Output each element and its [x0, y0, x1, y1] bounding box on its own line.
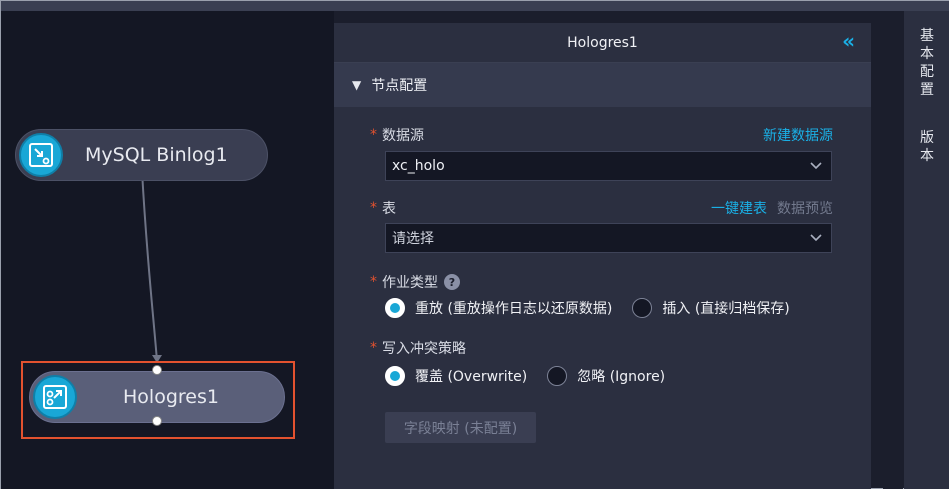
radio-replay[interactable]	[385, 298, 405, 318]
table-field: * 表 一键建表 数据预览	[370, 198, 871, 218]
output-port[interactable]	[152, 416, 162, 426]
chevron-down-icon	[810, 162, 822, 170]
node-mysql-binlog[interactable]: MySQL Binlog1	[15, 129, 268, 181]
node-label: MySQL Binlog1	[85, 144, 228, 166]
required-mark: *	[370, 127, 377, 143]
radio-ignore[interactable]	[547, 366, 568, 386]
hologres-icon	[33, 375, 77, 419]
mysql-binlog-icon	[19, 133, 63, 177]
job-type-label: 作业类型	[382, 275, 438, 291]
radio-overwrite-label[interactable]: 覆盖 (Overwrite)	[415, 366, 527, 386]
required-mark: *	[370, 274, 377, 290]
radio-insert-label[interactable]: 插入 (直接归档保存)	[662, 298, 789, 318]
top-bar	[1, 1, 949, 11]
tab-char: 版	[920, 130, 934, 146]
tab-char: 置	[920, 82, 934, 98]
new-datasource-link[interactable]: 新建数据源	[763, 125, 833, 145]
table-label: 表	[382, 201, 396, 217]
tab-char: 配	[920, 64, 934, 80]
datasource-field: * 数据源 新建数据源	[370, 125, 871, 145]
conflict-field: * 写入冲突策略	[370, 338, 466, 358]
tab-char: 本	[920, 148, 934, 164]
section-title: 节点配置	[371, 78, 428, 94]
one-click-create-table-link[interactable]: 一键建表	[711, 198, 767, 218]
tab-char: 本	[920, 46, 934, 62]
chevron-down-icon: ▼	[352, 78, 362, 92]
section-header-node-config[interactable]: ▼ 节点配置	[334, 63, 871, 107]
double-chevron-left-icon[interactable]: «	[842, 29, 855, 53]
required-mark: *	[370, 200, 377, 216]
radio-overwrite[interactable]	[385, 366, 405, 386]
right-sidebar: 基 本 配 置 版 本	[904, 11, 949, 489]
config-panel: Hologres1 « ▼ 节点配置 * 数据源 新建数据源 xc_holo *…	[334, 23, 871, 489]
conflict-label: 写入冲突策略	[382, 341, 466, 357]
datasource-value: xc_holo	[392, 158, 445, 174]
tab-char: 基	[920, 28, 934, 44]
radio-replay-label[interactable]: 重放 (重放操作日志以还原数据)	[415, 298, 612, 318]
required-mark: *	[370, 340, 377, 356]
node-label: Hologres1	[123, 386, 219, 408]
job-type-field: * 作业类型 ?	[370, 272, 460, 292]
job-type-radio-group: 重放 (重放操作日志以还原数据) 插入 (直接归档保存)	[385, 298, 810, 318]
tab-version[interactable]: 版 本	[904, 129, 949, 165]
flow-canvas[interactable]: MySQL Binlog1 Hologres1	[1, 11, 334, 489]
panel-divider	[883, 11, 903, 489]
radio-ignore-label[interactable]: 忽略 (Ignore)	[577, 366, 665, 386]
field-mapping-button[interactable]: 字段映射 (未配置)	[385, 412, 536, 443]
datasource-select[interactable]: xc_holo	[385, 151, 832, 181]
panel-header: Hologres1 «	[334, 23, 871, 63]
table-select[interactable]: 请选择	[385, 223, 832, 253]
conflict-radio-group: 覆盖 (Overwrite) 忽略 (Ignore)	[385, 366, 685, 386]
tab-basic-config[interactable]: 基 本 配 置	[904, 27, 949, 99]
chevron-down-icon	[810, 234, 822, 242]
input-port[interactable]	[152, 365, 162, 375]
help-icon[interactable]: ?	[444, 274, 460, 290]
table-placeholder: 请选择	[392, 231, 434, 247]
datasource-label: 数据源	[382, 128, 424, 144]
radio-insert[interactable]	[632, 298, 653, 318]
data-preview-link[interactable]: 数据预览	[777, 198, 833, 218]
panel-title: Hologres1	[567, 34, 638, 51]
